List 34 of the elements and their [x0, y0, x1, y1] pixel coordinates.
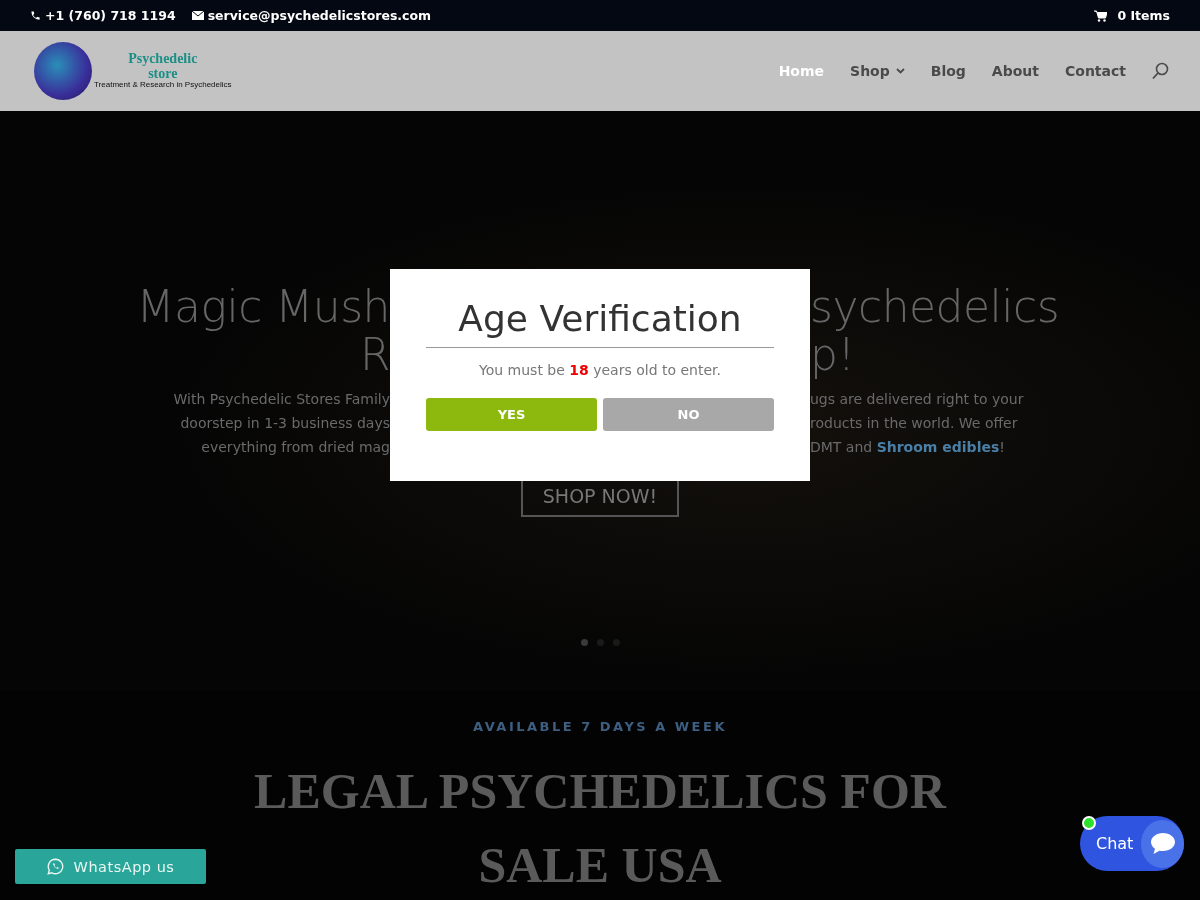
nav-link[interactable]: Blog: [930, 63, 966, 79]
logo-text: Psychedelic: [128, 52, 198, 67]
slider-dot[interactable]: [580, 639, 588, 646]
search-icon[interactable]: [1152, 62, 1170, 80]
hero-text: everything from dried mag: [201, 438, 390, 457]
whatsapp-button[interactable]: WhatsApp us: [15, 849, 206, 884]
hero-text: DMT and Shroom edibles!: [810, 438, 1005, 457]
hero-text: roducts in the world. We offer: [810, 414, 1018, 433]
logo-tagline: Treatment & Research in Psychedelics: [94, 81, 232, 90]
nav-link[interactable]: Shop: [850, 63, 905, 79]
cart-icon: [1094, 9, 1108, 22]
dialog-title: Age Verification: [426, 297, 774, 348]
hero-title: R: [359, 331, 390, 379]
mail-icon: [191, 11, 204, 20]
section-heading: LEGAL PSYCHEDELICS FOR SALE USA: [253, 762, 948, 895]
hero-text: With Psychedelic Stores Family: [173, 390, 390, 409]
dialog-message: You must be 18 years old to enter.: [479, 362, 721, 378]
cart-link[interactable]: 0 Items: [1117, 8, 1170, 23]
phone-icon: [30, 10, 41, 21]
hero-title: sychedelics: [810, 283, 1060, 331]
hero-text: ugs are delivered right to your: [810, 390, 1024, 409]
section-eyebrow: AVAILABLE 7 DAYS A WEEK: [473, 719, 727, 734]
hero-text: doorstep in 1-3 business days: [180, 414, 390, 433]
phone-number[interactable]: +1 (760) 718 1194: [45, 8, 176, 23]
hero-title: Magic Mush: [136, 283, 390, 331]
logo-emblem-icon: [34, 42, 92, 100]
nav-link[interactable]: About: [991, 63, 1039, 79]
email-link[interactable]: service@psychedelicstores.com: [207, 8, 432, 23]
hero-title: p!: [810, 331, 855, 379]
logo-text: store: [148, 66, 178, 82]
chat-button[interactable]: Chat: [1080, 816, 1184, 871]
speech-bubble-icon: [1149, 831, 1176, 856]
chat-bubble-phone-icon: [46, 858, 64, 875]
nav-link[interactable]: Contact: [1065, 63, 1126, 79]
